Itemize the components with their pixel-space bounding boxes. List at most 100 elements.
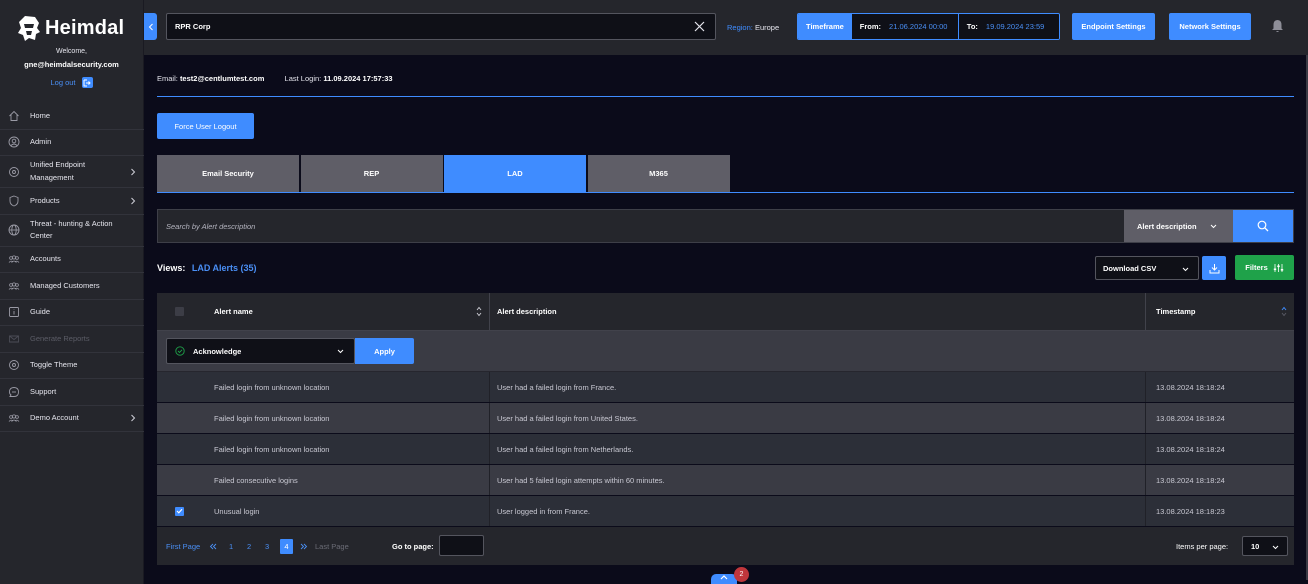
sidebar-item-label: Support — [30, 386, 57, 396]
search-input[interactable]: Search by Alert description — [158, 210, 1124, 242]
views-link[interactable]: LAD Alerts (35) — [192, 263, 257, 273]
table-row[interactable]: Failed login from unknown location User … — [157, 403, 1294, 434]
sidebar-item-managed-customers[interactable]: Managed Customers — [0, 273, 144, 300]
email-label: Email: — [157, 74, 178, 83]
email-value: test2@centlumtest.com — [179, 74, 265, 83]
double-chevron-left-icon[interactable] — [209, 543, 217, 550]
views-selector: Views: LAD Alerts (35) — [157, 263, 257, 273]
sidebar-item-demo-account[interactable]: Demo Account — [0, 406, 144, 432]
row-checkbox-cell[interactable] — [157, 372, 201, 402]
page-3-link[interactable]: 3 — [265, 542, 269, 551]
uem-icon — [9, 166, 19, 177]
sort-ascending-icon[interactable] — [1281, 306, 1287, 317]
tab-m365[interactable]: M365 — [587, 155, 730, 192]
table-header: Alert name Alert description Timestamp — [157, 293, 1294, 331]
column-header-alert-description: Alert description — [490, 293, 1146, 330]
chevron-down-icon — [1182, 267, 1189, 272]
sidebar-nav: Home Admin Unified Endpoint Management P… — [0, 103, 144, 432]
filters-button[interactable]: Filters — [1235, 255, 1294, 280]
items-per-page-select[interactable]: 10 — [1242, 536, 1288, 556]
brand[interactable]: Heimdal — [0, 0, 143, 44]
page-2-link[interactable]: 2 — [247, 542, 251, 551]
sidebar-item-label: Unified Endpoint Management — [30, 160, 86, 182]
double-chevron-right-icon[interactable] — [300, 543, 308, 550]
sidebar-item-unified-endpoint-management[interactable]: Unified Endpoint Management — [0, 156, 144, 188]
bulk-action-row: Acknowledge Apply — [157, 331, 1294, 372]
user-info: Email: test2@centlumtest.com Last Login:… — [157, 74, 393, 83]
column-header-label: Timestamp — [1156, 307, 1196, 316]
table-row[interactable]: Failed login from unknown location User … — [157, 434, 1294, 465]
bulk-action-select[interactable]: Acknowledge — [166, 338, 355, 364]
tab-email-security[interactable]: Email Security — [157, 155, 299, 192]
row-checkbox-checked[interactable] — [174, 506, 184, 516]
main-content: Email: test2@centlumtest.com Last Login:… — [144, 55, 1306, 580]
table-row[interactable]: Failed consecutive logins User had 5 fai… — [157, 465, 1294, 496]
select-all-cell — [157, 293, 201, 330]
search-bar: Search by Alert description Alert descri… — [157, 209, 1294, 243]
tab-lad[interactable]: LAD — [444, 155, 586, 192]
company-selector[interactable]: RPR Corp — [166, 13, 716, 40]
column-header-timestamp[interactable]: Timestamp — [1146, 293, 1294, 330]
row-checkbox-cell[interactable] — [157, 465, 201, 495]
from-label: From: — [859, 22, 882, 31]
module-tabs: Email Security REP LAD M365 — [157, 155, 731, 192]
sidebar-item-label: Generate Reports — [30, 333, 90, 343]
sidebar-item-guide[interactable]: Guide — [0, 300, 144, 326]
to-value: 19.09.2024 23:59 — [985, 22, 1045, 31]
goto-page-input[interactable] — [439, 535, 484, 556]
filter-sliders-icon — [1273, 263, 1283, 272]
from-value: 21.06.2024 00:00 — [889, 22, 948, 31]
row-checkbox-cell[interactable] — [157, 496, 201, 526]
sidebar-item-admin[interactable]: Admin — [0, 130, 144, 156]
logout-icon — [81, 77, 93, 88]
download-format-select[interactable]: Download CSV — [1095, 256, 1199, 280]
alert-description-cell: User logged in from France. — [490, 496, 1146, 526]
page-1-link[interactable]: 1 — [229, 542, 233, 551]
apply-button[interactable]: Apply — [355, 338, 414, 364]
timeframe-to[interactable]: To: 19.09.2024 23:59 — [958, 14, 1059, 39]
tab-rep[interactable]: REP — [300, 155, 443, 192]
notification-badge[interactable]: 2 — [734, 567, 749, 582]
logout-link[interactable]: Log out — [0, 77, 143, 88]
theme-icon — [9, 360, 19, 371]
search-button[interactable] — [1233, 210, 1293, 242]
row-checkbox-cell[interactable] — [157, 403, 201, 433]
timeframe-picker[interactable]: Timeframe From: 21.06.2024 00:00 To: 19.… — [797, 13, 1060, 40]
network-settings-button[interactable]: Network Settings — [1169, 13, 1251, 40]
sidebar-item-products[interactable]: Products — [0, 188, 144, 215]
column-header-alert-name[interactable]: Alert name — [201, 293, 490, 330]
force-user-logout-button[interactable]: Force User Logout — [157, 113, 254, 139]
timestamp-cell: 13.08.2024 18:18:23 — [1156, 506, 1225, 516]
download-button[interactable] — [1202, 256, 1226, 280]
sidebar-item-accounts[interactable]: Accounts — [0, 247, 144, 273]
table-row[interactable]: Failed login from unknown location User … — [157, 372, 1294, 403]
alert-name-cell: Failed consecutive logins — [201, 465, 490, 495]
first-page-link[interactable]: First Page — [166, 542, 200, 551]
checkmark-icon — [176, 508, 182, 514]
collapse-sidebar-button[interactable] — [144, 13, 157, 40]
table-row[interactable]: Unusual login User logged in from France… — [157, 496, 1294, 527]
close-icon[interactable] — [694, 21, 705, 32]
timeframe-label[interactable]: Timeframe — [798, 14, 852, 39]
timeframe-from[interactable]: From: 21.06.2024 00:00 — [851, 14, 959, 39]
sidebar-item-label: Demo Account — [30, 413, 79, 422]
search-field-select[interactable]: Alert description — [1124, 210, 1233, 242]
endpoint-settings-button[interactable]: Endpoint Settings — [1072, 13, 1155, 40]
alert-description-cell: User had a failed login from France. — [490, 372, 1146, 402]
bulk-action-value: Acknowledge — [193, 346, 242, 356]
alert-description-cell: User had a failed login from United Stat… — [490, 403, 1146, 433]
column-header-label: Alert description — [497, 307, 557, 316]
sidebar-item-label: Accounts — [30, 254, 61, 263]
select-all-checkbox[interactable] — [174, 307, 184, 316]
sort-icon[interactable] — [476, 306, 482, 317]
timestamp-cell: 13.08.2024 18:18:24 — [1156, 444, 1225, 454]
page-4-current[interactable]: 4 — [280, 538, 293, 554]
sidebar-item-toggle-theme[interactable]: Toggle Theme — [0, 353, 144, 379]
topbar: RPR Corp Region: Europe Timeframe From: … — [144, 0, 1308, 55]
sidebar: Heimdal Welcome, gne@heimdalsecurity.com… — [0, 0, 144, 584]
row-checkbox-cell[interactable] — [157, 434, 201, 464]
sidebar-item-threat-hunting[interactable]: Threat - hunting & Action Center — [0, 215, 144, 247]
sidebar-item-home[interactable]: Home — [0, 103, 144, 130]
sidebar-item-support[interactable]: Support — [0, 379, 144, 406]
bell-icon[interactable] — [1271, 19, 1284, 33]
